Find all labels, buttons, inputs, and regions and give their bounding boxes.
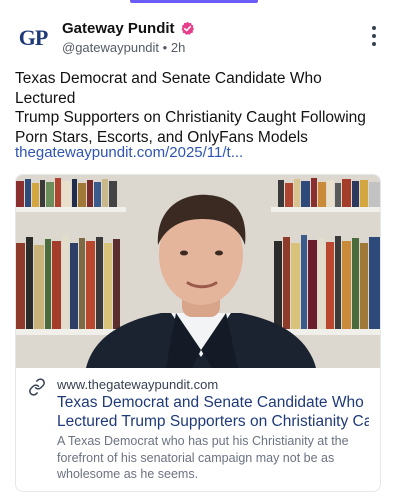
avatar[interactable]: GP: [15, 20, 51, 56]
post-text-line: Texas Democrat and Senate Candidate Who …: [15, 70, 322, 107]
avatar-logo-text: GP: [18, 25, 49, 50]
bookshelf-right: [266, 178, 380, 335]
link-card-description-line: forefront of his senatorial campaign may…: [57, 450, 335, 465]
post-link[interactable]: thegatewaypundit.com/2025/11/t...: [15, 144, 243, 161]
bookshelf-left: [16, 178, 128, 335]
post-header: GP Gateway Pundit @gatewaypundit • 2h: [15, 18, 383, 58]
more-dot: [372, 42, 376, 46]
more-vertical-icon[interactable]: [371, 26, 377, 46]
display-name[interactable]: Gateway Pundit: [62, 20, 175, 37]
link-card-description-line: wholesome as he seems.: [57, 467, 199, 481]
more-dot: [372, 34, 376, 38]
more-dot: [372, 26, 376, 30]
link-card-title[interactable]: Texas Democrat and Senate Candidate Who …: [57, 393, 369, 431]
link-card-domain: www.thegatewaypundit.com: [57, 377, 219, 392]
link-card-title-line: Lectured Trump Supporters on Christianit…: [57, 413, 369, 430]
meta-separator: •: [162, 40, 168, 55]
post: GP Gateway Pundit @gatewaypundit • 2h Te…: [0, 0, 395, 500]
post-text-line: Trump Supporters on Christianity Caught …: [15, 109, 366, 126]
meta-row: @gatewaypundit • 2h: [62, 40, 195, 55]
link-card-body: www.thegatewaypundit.com Texas Democrat …: [16, 368, 380, 491]
link-card-description: A Texas Democrat who has put his Christi…: [57, 433, 369, 483]
link-card-description-line: A Texas Democrat who has put his Christi…: [57, 434, 349, 448]
link-card-title-line: Texas Democrat and Senate Candidate Who: [57, 394, 364, 411]
verified-badge-icon: [181, 21, 194, 35]
name-row: Gateway Pundit: [62, 18, 195, 38]
link-card-thumbnail: [16, 175, 380, 368]
post-time[interactable]: 2h: [171, 40, 185, 55]
handle[interactable]: @gatewaypundit: [62, 40, 159, 55]
link-icon: [29, 378, 45, 396]
post-text: Texas Democrat and Senate Candidate Who …: [15, 69, 381, 147]
author-info: Gateway Pundit @gatewaypundit • 2h: [62, 18, 195, 55]
link-card[interactable]: www.thegatewaypundit.com Texas Democrat …: [15, 174, 381, 492]
